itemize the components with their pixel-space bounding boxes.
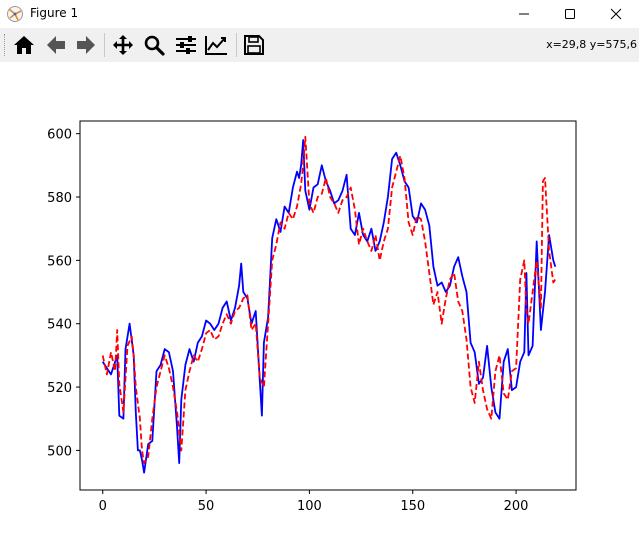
y-tick-label: 600 — [47, 128, 72, 143]
y-tick-label: 520 — [47, 381, 72, 396]
toolbar-grip — [4, 34, 7, 56]
window-titlebar: Figure 1 — [0, 0, 639, 28]
y-tick-label: 580 — [47, 191, 72, 206]
x-tick-label: 0 — [99, 499, 107, 514]
maximize-button[interactable] — [547, 0, 593, 28]
sliders-icon — [176, 36, 196, 54]
edit-axis-button[interactable] — [204, 33, 228, 57]
home-button[interactable] — [12, 33, 36, 57]
zoom-button[interactable] — [142, 33, 166, 57]
arrow-right-icon — [77, 36, 95, 54]
matplotlib-app-icon — [7, 6, 23, 22]
x-tick-label: 200 — [504, 499, 529, 514]
y-tick-label: 500 — [47, 444, 72, 459]
maximize-icon — [565, 9, 575, 19]
forward-button[interactable] — [74, 33, 98, 57]
minimize-icon — [519, 13, 529, 15]
cursor-coordinates: x=29,8 y=575,6 — [546, 38, 637, 51]
arrow-left-icon — [47, 36, 65, 54]
chart-line-icon — [205, 36, 227, 55]
magnifier-icon — [144, 35, 165, 56]
toolbar-separator — [104, 33, 105, 57]
window-title: Figure 1 — [30, 6, 79, 20]
x-tick-label: 100 — [297, 499, 322, 514]
x-tick-label: 150 — [400, 499, 425, 514]
home-icon — [14, 36, 34, 54]
configure-subplots-button[interactable] — [174, 33, 198, 57]
pan-button[interactable] — [111, 33, 135, 57]
plot-area — [80, 121, 576, 490]
navigation-toolbar: x=29,8 y=575,6 — [0, 28, 639, 63]
minimize-button[interactable] — [501, 0, 547, 28]
x-tick-label: 50 — [198, 499, 215, 514]
back-button[interactable] — [44, 33, 68, 57]
figure-canvas[interactable]: 0 50 100 150 200 500 520 540 560 580 600 — [0, 62, 639, 541]
y-tick-label: 560 — [47, 254, 72, 269]
close-button[interactable] — [593, 0, 639, 28]
toolbar-separator — [236, 33, 237, 57]
y-tick-label: 540 — [47, 318, 72, 333]
close-icon — [610, 8, 622, 20]
floppy-disk-icon — [244, 35, 264, 55]
move-icon — [113, 35, 133, 55]
save-button[interactable] — [242, 33, 266, 57]
line-chart: 0 50 100 150 200 500 520 540 560 580 600 — [47, 120, 577, 514]
